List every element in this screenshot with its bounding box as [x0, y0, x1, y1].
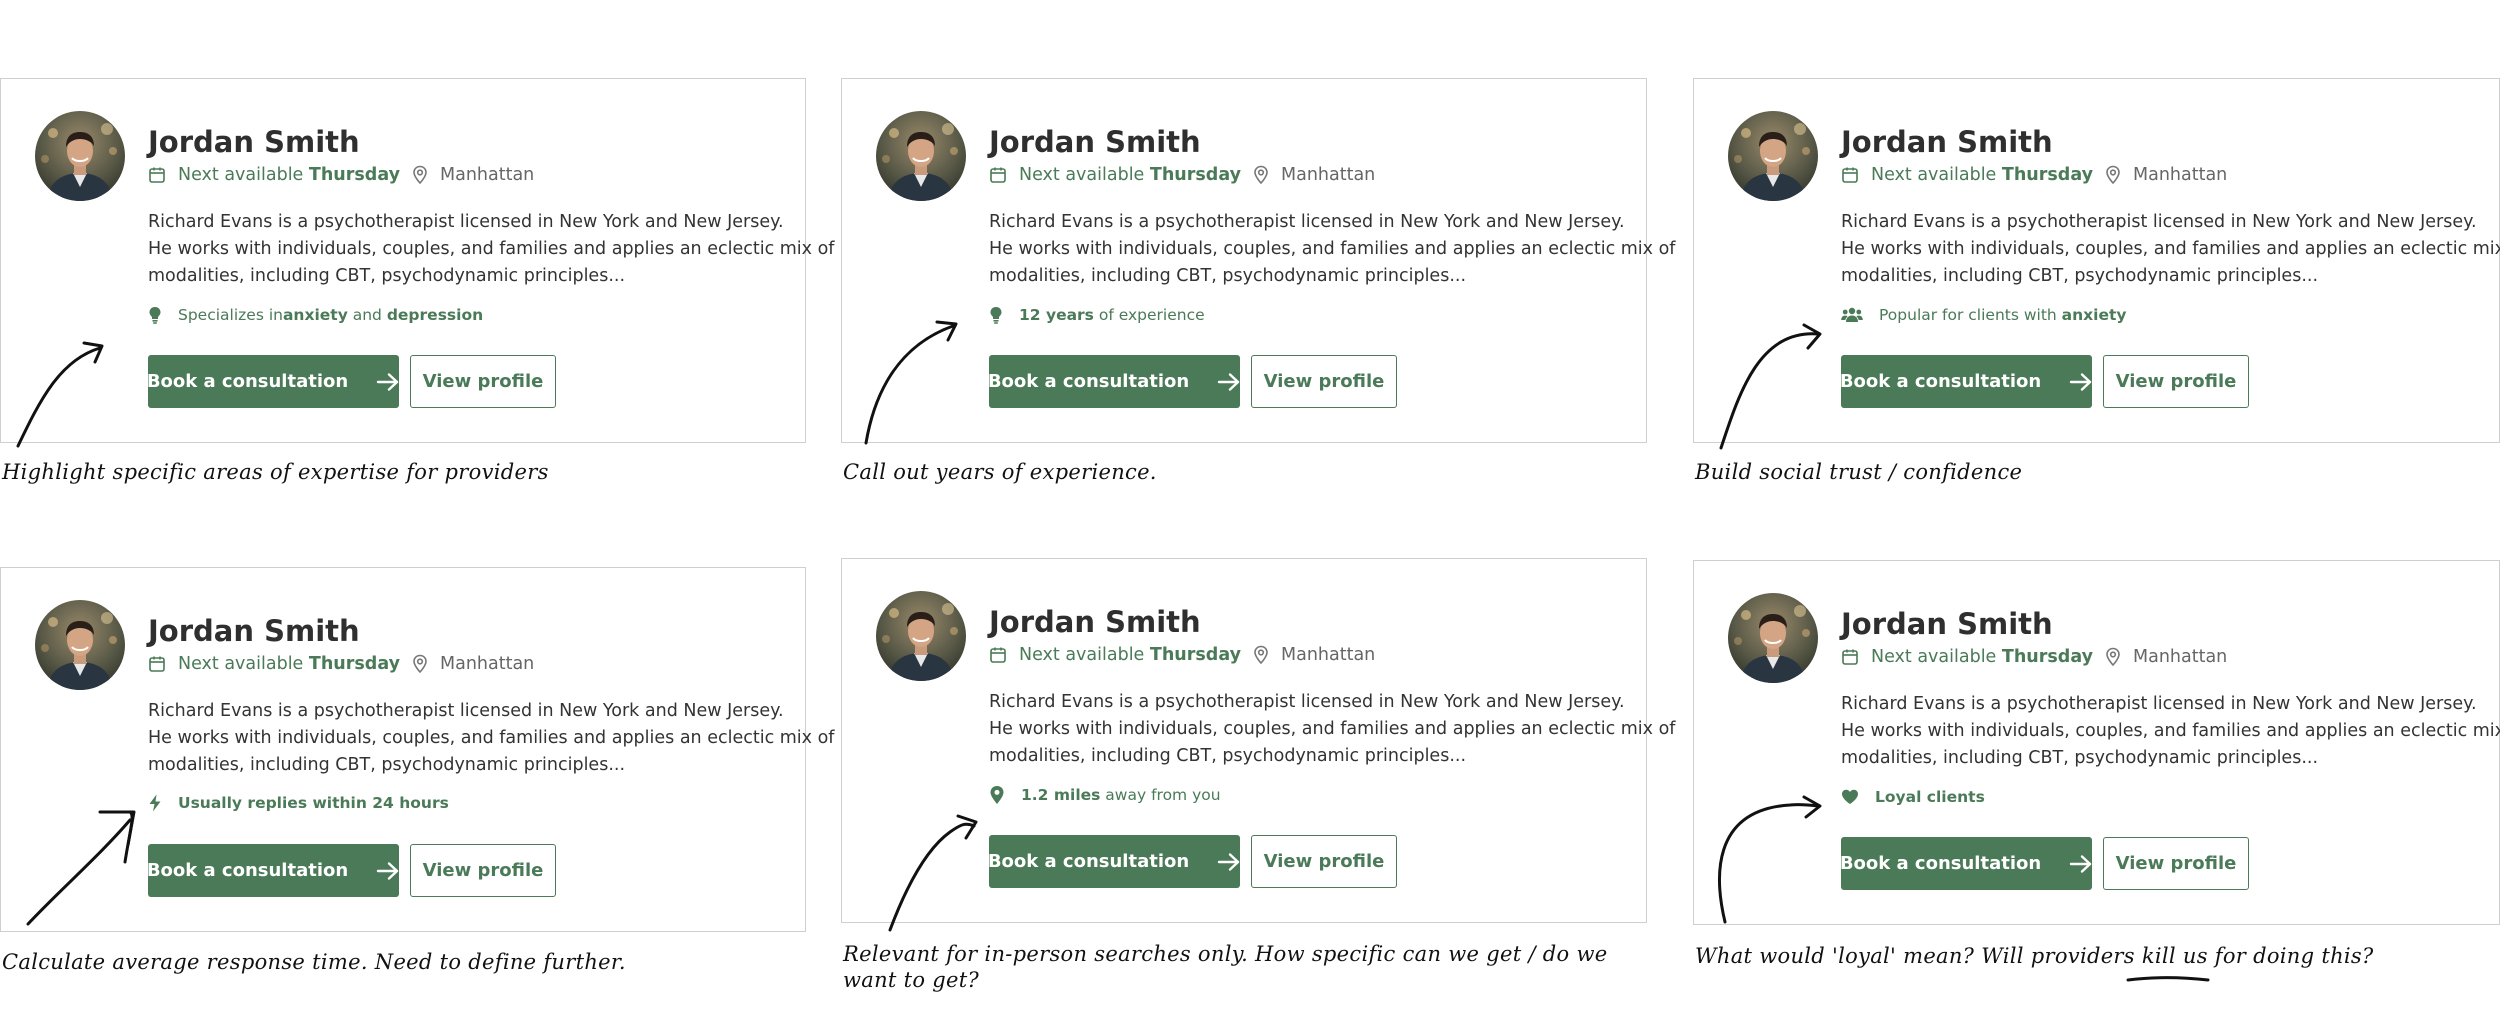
- avatar: [876, 111, 966, 201]
- annotation-note: What would 'loyal' mean? Will providers …: [1695, 944, 2374, 968]
- availability-row: Next available Thursday Manhattan: [1841, 165, 2227, 185]
- map-pin-icon: [989, 785, 1013, 805]
- provider-bio: Richard Evans is a psychotherapist licen…: [989, 212, 1676, 286]
- calendar-icon: [989, 646, 1013, 664]
- feature-highlight: 12 years of experience: [989, 306, 1205, 324]
- provider-bio: Richard Evans is a psychotherapist licen…: [148, 701, 835, 775]
- avatar: [1728, 111, 1818, 201]
- availability-row: Next available Thursday Manhattan: [989, 165, 1375, 185]
- location-pin-icon: [2105, 647, 2127, 667]
- next-available: Next available Thursday: [1871, 647, 2093, 667]
- annotation-note: Build social trust / confidence: [1695, 460, 2023, 484]
- location: Manhattan: [440, 165, 535, 185]
- next-available: Next available Thursday: [178, 654, 400, 674]
- location-pin-icon: [1253, 165, 1275, 185]
- availability-row: Next available Thursday Manhattan: [148, 165, 534, 185]
- location: Manhattan: [1281, 645, 1376, 665]
- calendar-icon: [148, 166, 172, 184]
- provider-bio: Richard Evans is a psychotherapist licen…: [148, 212, 835, 286]
- availability-row: Next available Thursday Manhattan: [1841, 647, 2227, 667]
- avatar: [35, 600, 125, 690]
- avatar: [1728, 593, 1818, 683]
- next-available: Next available Thursday: [1019, 165, 1241, 185]
- arrow-right-icon: [1203, 852, 1241, 872]
- location-pin-icon: [412, 165, 434, 185]
- lightning-icon: [148, 794, 170, 812]
- next-available: Next available Thursday: [1871, 165, 2093, 185]
- provider-card: Jordan Smith Next available Thursday Man…: [841, 558, 1675, 923]
- calendar-icon: [148, 655, 172, 673]
- view-profile-button[interactable]: View profile: [410, 844, 556, 897]
- feature-highlight: Popular for clients with anxiety: [1841, 306, 2127, 324]
- view-profile-button[interactable]: View profile: [410, 355, 556, 408]
- book-consultation-button[interactable]: Book a consultation: [988, 835, 1241, 888]
- feature-highlight: Loyal clients: [1841, 788, 1985, 806]
- provider-name: Jordan Smith: [1841, 125, 2053, 159]
- calendar-icon: [1841, 648, 1865, 666]
- heart-icon: [1841, 789, 1867, 805]
- arrow-right-icon: [362, 861, 400, 881]
- provider-bio: Richard Evans is a psychotherapist licen…: [1841, 212, 2500, 286]
- location: Manhattan: [1281, 165, 1376, 185]
- provider-name: Jordan Smith: [1841, 607, 2053, 641]
- arrow-right-icon: [362, 372, 400, 392]
- avatar: [876, 591, 966, 681]
- book-consultation-button[interactable]: Book a consultation: [988, 355, 1241, 408]
- location: Manhattan: [440, 654, 535, 674]
- next-available: Next available Thursday: [178, 165, 400, 185]
- availability-row: Next available Thursday Manhattan: [148, 654, 534, 674]
- view-profile-button[interactable]: View profile: [1251, 355, 1397, 408]
- feature-highlight: Specializes in anxiety and depression: [148, 306, 483, 324]
- location: Manhattan: [2133, 647, 2228, 667]
- avatar: [35, 111, 125, 201]
- location-pin-icon: [1253, 645, 1275, 665]
- view-profile-button[interactable]: View profile: [1251, 835, 1397, 888]
- feature-highlight: Usually replies within 24 hours: [148, 794, 449, 812]
- location-pin-icon: [2105, 165, 2127, 185]
- view-profile-button[interactable]: View profile: [2103, 837, 2249, 890]
- provider-name: Jordan Smith: [148, 614, 360, 648]
- book-consultation-button[interactable]: Book a consultation: [1840, 355, 2093, 408]
- location: Manhattan: [2133, 165, 2228, 185]
- lightbulb-icon: [989, 306, 1011, 324]
- provider-card: Jordan Smith Next available Thursday Man…: [0, 567, 834, 932]
- arrow-right-icon: [2055, 854, 2093, 874]
- annotation-note: Relevant for in-person searches only. Ho…: [843, 942, 1608, 992]
- location-pin-icon: [412, 654, 434, 674]
- provider-card: Jordan Smith Next available Thursday Man…: [841, 78, 1675, 443]
- annotation-note: Highlight specific areas of expertise fo…: [2, 460, 549, 484]
- calendar-icon: [1841, 166, 1865, 184]
- provider-name: Jordan Smith: [989, 605, 1201, 639]
- book-consultation-button[interactable]: Book a consultation: [147, 355, 400, 408]
- feature-highlight: 1.2 miles away from you: [989, 785, 1221, 805]
- book-consultation-button[interactable]: Book a consultation: [1840, 837, 2093, 890]
- provider-bio: Richard Evans is a psychotherapist licen…: [989, 692, 1676, 766]
- lightbulb-icon: [148, 306, 170, 324]
- provider-card: Jordan Smith Next available Thursday Man…: [1693, 78, 2500, 443]
- availability-row: Next available Thursday Manhattan: [989, 645, 1375, 665]
- provider-card: Jordan Smith Next available Thursday Man…: [0, 78, 834, 443]
- arrow-right-icon: [1203, 372, 1241, 392]
- annotation-note: Calculate average response time. Need to…: [2, 950, 626, 974]
- provider-bio: Richard Evans is a psychotherapist licen…: [1841, 694, 2500, 768]
- calendar-icon: [989, 166, 1013, 184]
- provider-card: Jordan Smith Next available Thursday Man…: [1693, 560, 2500, 925]
- arrow-right-icon: [2055, 372, 2093, 392]
- provider-name: Jordan Smith: [989, 125, 1201, 159]
- next-available: Next available Thursday: [1019, 645, 1241, 665]
- view-profile-button[interactable]: View profile: [2103, 355, 2249, 408]
- provider-name: Jordan Smith: [148, 125, 360, 159]
- annotation-note: Call out years of experience.: [843, 460, 1157, 484]
- book-consultation-button[interactable]: Book a consultation: [147, 844, 400, 897]
- users-icon: [1841, 306, 1871, 324]
